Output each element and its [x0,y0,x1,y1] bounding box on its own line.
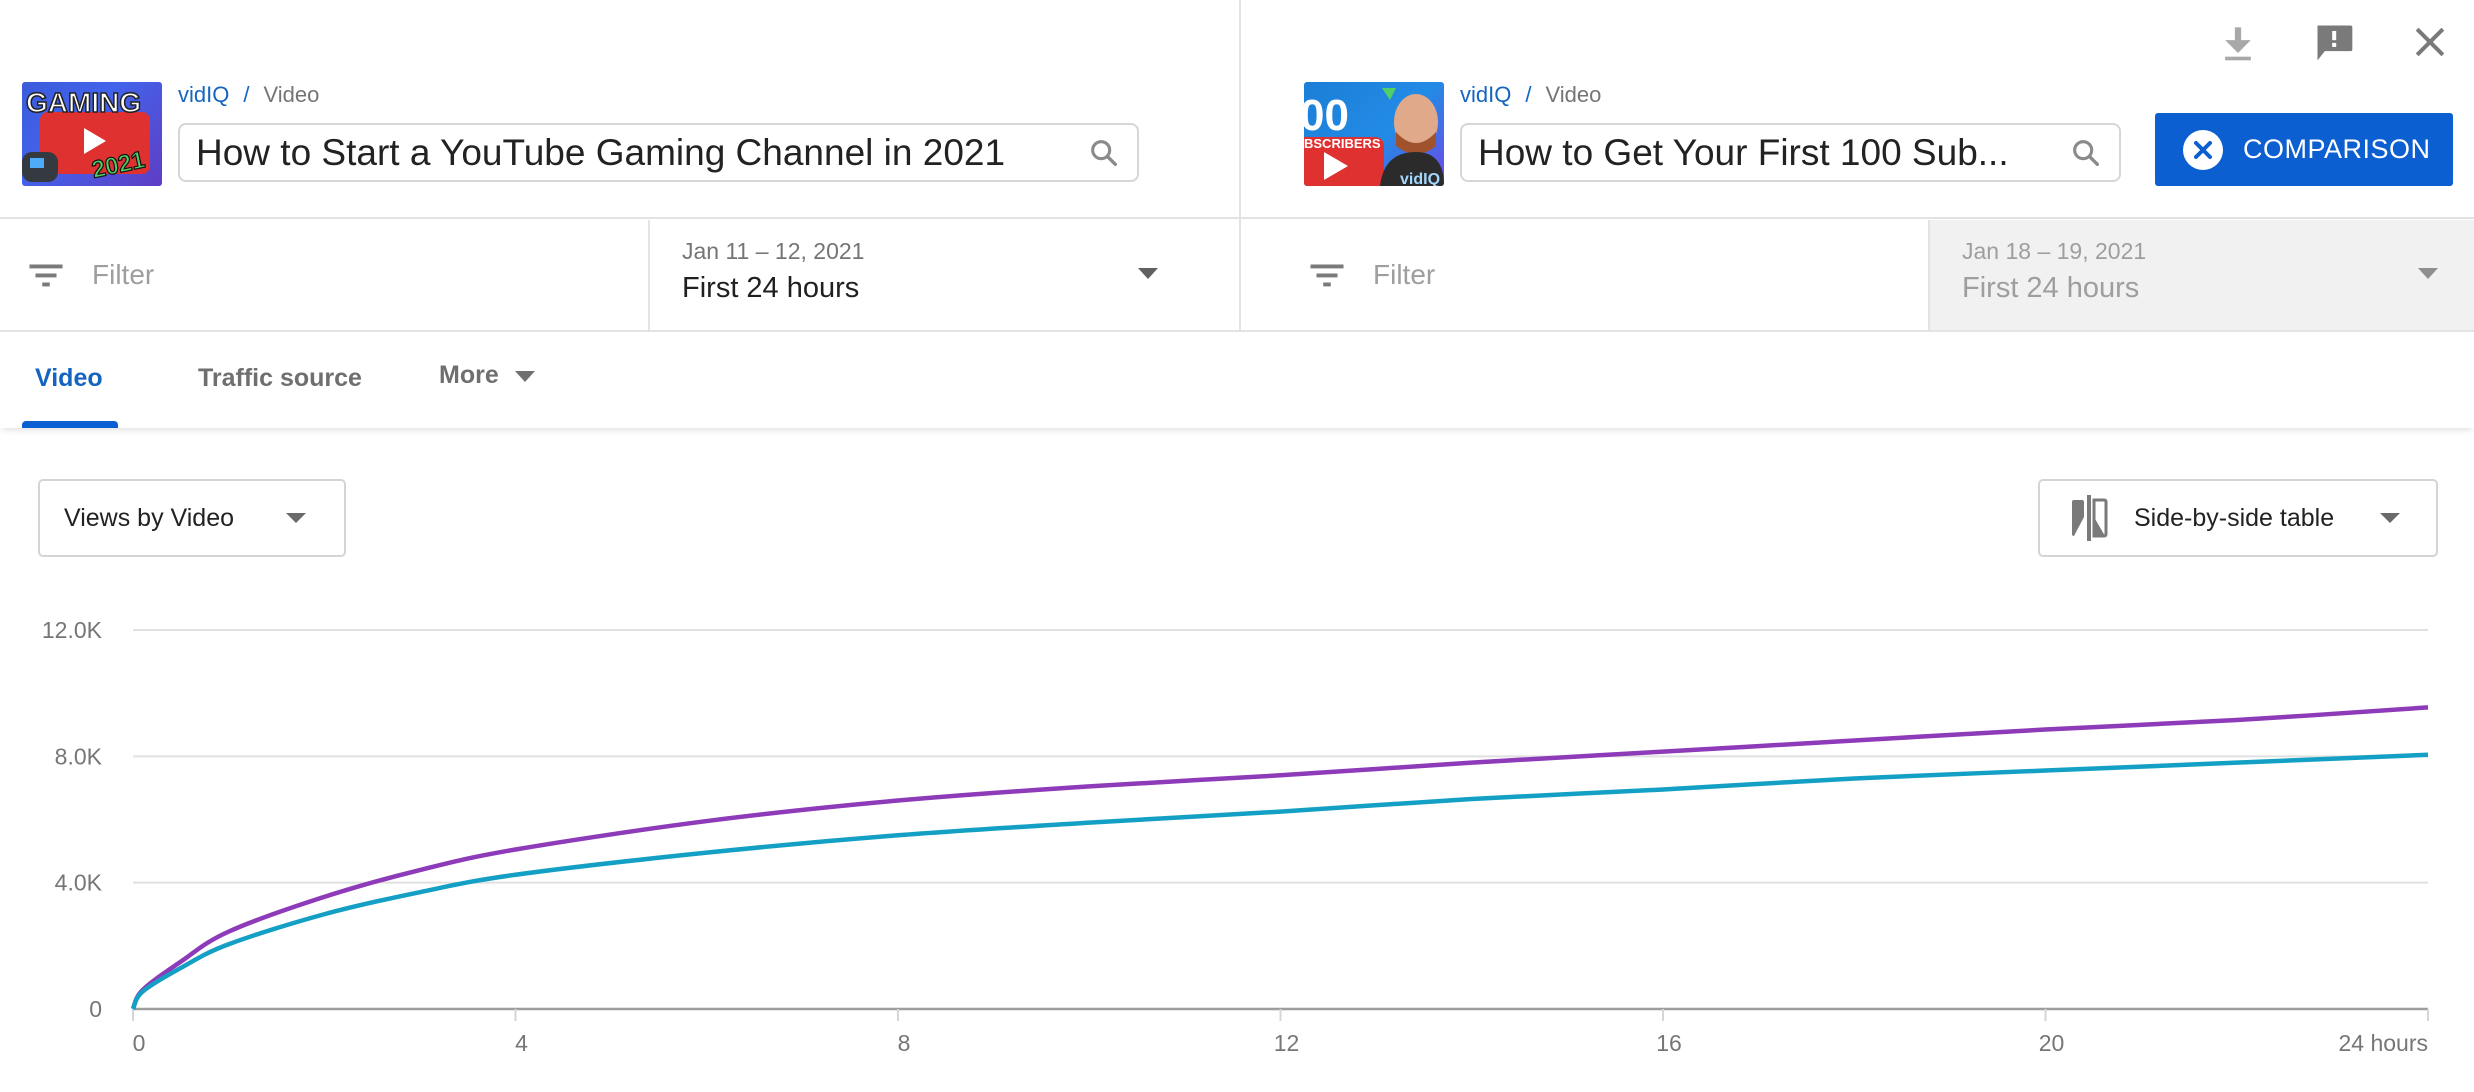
dropdown-arrow-icon [2418,268,2438,279]
comparison-button-label: COMPARISON [2243,134,2431,164]
filter-icon [29,264,63,287]
search-icon[interactable] [2069,136,2103,170]
dropdown-arrow-icon [286,513,306,523]
filter-icon [1310,264,1344,287]
date-range-selector-right: Jan 18 – 19, 2021 First 24 hours [1930,220,2474,330]
filter-placeholder: Filter [1373,259,1436,290]
filter-input-right[interactable]: Filter [1309,220,1909,330]
tab-traffic-source[interactable]: Traffic source [198,364,362,393]
tab-more-label: More [439,361,499,389]
y-tick-label: 8.0K [55,743,103,769]
x-tick-label: 16 [1656,1030,1682,1056]
video-search-left-value[interactable]: How to Start a YouTube Gaming Channel in… [196,132,1077,174]
compare-icon [2072,495,2108,541]
metric-dropdown[interactable]: Views by Video [38,479,346,557]
thumbnail-title-text: GAMING [26,87,141,118]
x-tick-label: 24 hours [2338,1030,2428,1056]
breadcrumb-left: vidIQ / Video [178,82,319,108]
y-axis: 0 4.0K 8.0K 12.0K [42,617,103,1022]
chart-grid [133,629,2428,884]
date-range-selector-left[interactable]: Jan 11 – 12, 2021 First 24 hours [650,220,1239,330]
views-line-chart: 0 4.0K 8.0K 12.0K 0 4 8 12 16 20 24 hours [42,617,2429,1056]
dropdown-arrow-icon [514,370,535,382]
breadcrumb-channel-link[interactable]: vidIQ [1460,82,1511,107]
x-tick-label: 0 [133,1030,146,1056]
video-thumbnail-right: 00 BSCRIBERS vidIQ [1304,82,1444,186]
dropdown-arrow-icon [2380,513,2400,523]
tab-video[interactable]: Video [35,364,103,393]
video-search-left[interactable]: How to Start a YouTube Gaming Channel in… [178,123,1139,182]
close-icon[interactable] [2408,20,2452,64]
thumbnail-subscribers-text: BSCRIBERS [1304,136,1381,151]
svg-text:vidIQ: vidIQ [1400,171,1440,186]
comparison-page: GAMING 2021 vidIQ / Video How to Start a Y… [0,0,2474,1092]
breadcrumb-separator: / [243,82,250,107]
dropdown-arrow-icon [1138,268,1158,279]
y-tick-label: 4.0K [55,870,103,896]
chart-series [130,705,2429,1011]
thumbnail-number-text: 00 [1304,91,1349,140]
comparison-button[interactable]: COMPARISON [2155,113,2453,186]
y-tick-label: 0 [89,996,102,1022]
feedback-icon[interactable] [2312,20,2356,64]
period-text: First 24 hours [682,272,860,304]
tab-bar: Video Traffic source More [0,334,2474,428]
breadcrumb-channel-link[interactable]: vidIQ [178,82,229,107]
metric-dropdown-value: Views by Video [64,503,235,532]
view-type-dropdown[interactable]: Side-by-side table [2038,479,2438,557]
breadcrumb-section: Video [263,82,320,107]
x-tick-label: 4 [515,1030,528,1056]
video-thumbnail-left: GAMING 2021 [22,82,162,186]
tab-more[interactable]: More [439,361,535,390]
header: GAMING 2021 vidIQ / Video How to Start a Y… [0,0,2474,332]
close-circle-icon [2183,129,2223,170]
search-icon[interactable] [1087,136,1121,170]
video-search-right[interactable]: How to Get Your First 100 Sub... [1460,123,2121,182]
x-axis: 0 4 8 12 16 20 24 hours [132,1007,2429,1056]
video-search-right-value[interactable]: How to Get Your First 100 Sub... [1478,132,2059,174]
filter-placeholder: Filter [92,259,155,290]
x-tick-label: 12 [1274,1030,1300,1056]
date-range-text: Jan 11 – 12, 2021 [682,238,865,264]
x-tick-label: 8 [898,1030,911,1056]
filter-input-left[interactable]: Filter [28,220,628,330]
breadcrumb-section: Video [1545,82,1602,107]
breadcrumb-separator: / [1525,82,1532,107]
x-tick-label: 20 [2039,1030,2065,1056]
view-type-dropdown-value: Side-by-side table [2134,503,2335,532]
active-tab-indicator [22,421,118,428]
breadcrumb-right: vidIQ / Video [1460,82,1601,108]
filter-row: Filter Jan 11 – 12, 2021 First 24 hours … [0,220,2474,332]
date-range-text: Jan 18 – 19, 2021 [1962,238,2147,264]
download-icon[interactable] [2216,20,2260,64]
series-line-1[interactable] [130,705,2429,1011]
y-tick-label: 12.0K [42,617,103,643]
period-text: First 24 hours [1962,272,2140,304]
